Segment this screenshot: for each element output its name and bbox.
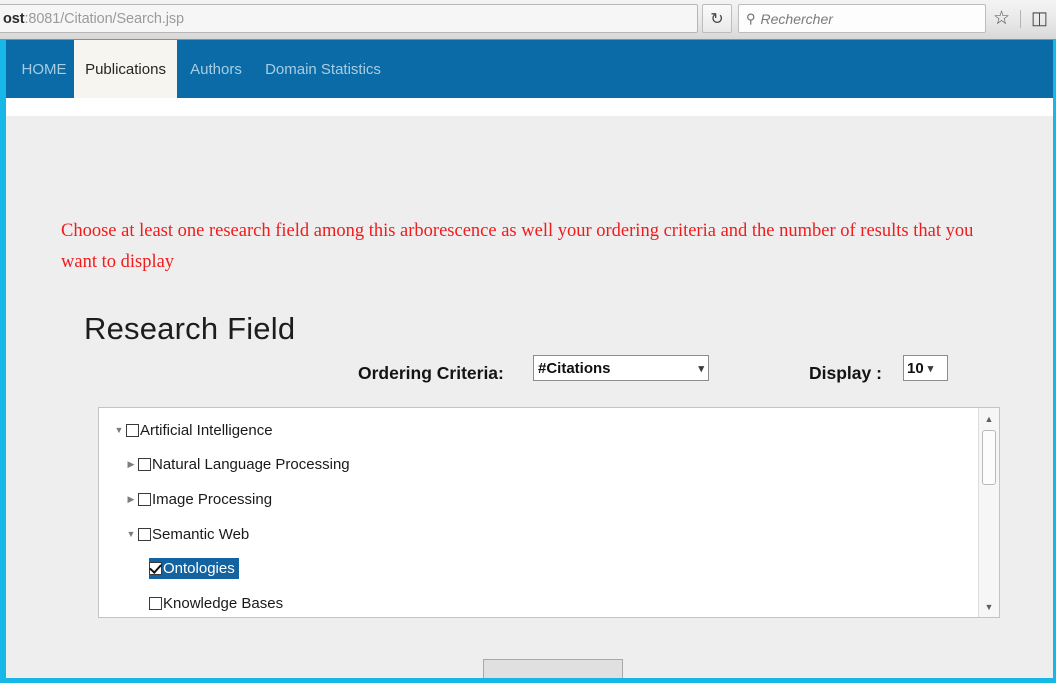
tree-node-checkbox[interactable]	[126, 424, 139, 437]
tree-node-checkbox[interactable]	[149, 597, 162, 610]
chevron-down-icon: ▾	[928, 362, 934, 375]
nav-item-label: Authors	[190, 61, 242, 78]
chevron-down-icon: ▾	[698, 362, 704, 375]
page-content: Choose at least one research field among…	[6, 98, 1053, 678]
address-bar-text: ost:8081/Citation/Search.jsp	[3, 11, 184, 27]
instruction-text: Choose at least one research field among…	[61, 216, 1006, 278]
search-icon: ⚲	[746, 11, 756, 27]
nav-item-publications[interactable]: Publications	[74, 40, 177, 98]
tree-node-checkbox[interactable]	[138, 458, 151, 471]
tree-node-artificial-intelligence[interactable]: ▼ Artificial Intelligence	[99, 413, 974, 448]
tree-node-body[interactable]: Natural Language Processing	[138, 454, 354, 475]
browser-toolbar-icons: ☆ ◫	[993, 7, 1048, 30]
browser-search-placeholder: Rechercher	[761, 11, 833, 27]
scroll-down-arrow-icon[interactable]: ▼	[979, 598, 999, 615]
scroll-up-arrow-icon[interactable]: ▲	[979, 410, 999, 427]
research-field-tree-panel: ▼ Artificial Intelligence ▶ Natural Lang…	[98, 407, 1000, 618]
toolbar-divider	[1020, 10, 1021, 28]
scrollbar-thumb[interactable]	[982, 430, 996, 485]
nav-item-label: Domain Statistics	[265, 61, 381, 78]
url-path: :8081/Citation/Search.jsp	[24, 11, 184, 27]
tree-node-label: Artificial Intelligence	[140, 422, 273, 439]
content-body: Choose at least one research field among…	[6, 116, 1053, 678]
address-bar[interactable]: ost:8081/Citation/Search.jsp	[0, 4, 698, 33]
page-frame: HOME Publications Authors Domain Statist…	[0, 40, 1056, 683]
twisty-expanded-icon[interactable]: ▼	[124, 527, 138, 541]
tree-node-checkbox[interactable]	[149, 562, 162, 575]
nav-item-home[interactable]: HOME	[14, 40, 74, 98]
page-title: Research Field	[84, 311, 295, 347]
tree-node-knowledge-bases[interactable]: Knowledge Bases	[99, 586, 974, 621]
tree-node-body[interactable]: Knowledge Bases	[149, 593, 287, 614]
display-count-label: Display :	[809, 363, 882, 384]
tree-node-body[interactable]: Semantic Web	[138, 524, 253, 545]
twisty-expanded-icon[interactable]: ▼	[112, 423, 126, 437]
tree-node-body[interactable]: Image Processing	[138, 489, 276, 510]
nav-item-domain-statistics[interactable]: Domain Statistics	[255, 40, 391, 98]
tree-node-image-processing[interactable]: ▶ Image Processing	[99, 482, 974, 517]
search-button[interactable]: Search	[483, 659, 623, 678]
nav-item-label: HOME	[22, 61, 67, 78]
ordering-criteria-label: Ordering Criteria:	[358, 363, 504, 384]
twisty-collapsed-icon[interactable]: ▶	[124, 492, 138, 506]
star-icon[interactable]: ☆	[993, 7, 1010, 30]
url-host: ost	[3, 11, 24, 27]
tree-node-natural-language-processing[interactable]: ▶ Natural Language Processing	[99, 448, 974, 483]
ordering-criteria-value: #Citations	[538, 360, 694, 377]
browser-search-input[interactable]: ⚲ Rechercher	[738, 4, 986, 33]
tree-scrollbar[interactable]: ▲ ▼	[978, 408, 999, 617]
nav-item-authors[interactable]: Authors	[177, 40, 255, 98]
tree-node-label: Ontologies	[163, 560, 235, 577]
nav-item-label: Publications	[85, 61, 166, 78]
tree-node-label: Semantic Web	[152, 526, 249, 543]
display-count-value: 10	[907, 360, 924, 377]
tree-node-checkbox[interactable]	[138, 528, 151, 541]
tree-node-label: Knowledge Bases	[163, 595, 283, 612]
main-navigation: HOME Publications Authors Domain Statist…	[6, 40, 1053, 98]
browser-toolbar: ost:8081/Citation/Search.jsp ↻ ⚲ Recherc…	[0, 0, 1056, 40]
tree-node-checkbox[interactable]	[138, 493, 151, 506]
reading-list-icon[interactable]: ◫	[1031, 8, 1048, 29]
tree-node-label: Natural Language Processing	[152, 456, 350, 473]
tree-node-body[interactable]: Artificial Intelligence	[126, 420, 277, 441]
research-field-tree: ▼ Artificial Intelligence ▶ Natural Lang…	[99, 413, 974, 613]
ordering-criteria-select[interactable]: #Citations ▾	[533, 355, 709, 381]
tree-node-label: Image Processing	[152, 491, 272, 508]
twisty-collapsed-icon[interactable]: ▶	[124, 458, 138, 472]
page-viewport: HOME Publications Authors Domain Statist…	[6, 40, 1053, 678]
tree-node-ontologies[interactable]: Ontologies	[99, 551, 974, 586]
tree-node-body-selected[interactable]: Ontologies	[149, 558, 239, 579]
reload-icon[interactable]: ↻	[702, 4, 732, 33]
tree-node-semantic-web[interactable]: ▼ Semantic Web	[99, 517, 974, 552]
display-count-select[interactable]: 10 ▾	[903, 355, 948, 381]
